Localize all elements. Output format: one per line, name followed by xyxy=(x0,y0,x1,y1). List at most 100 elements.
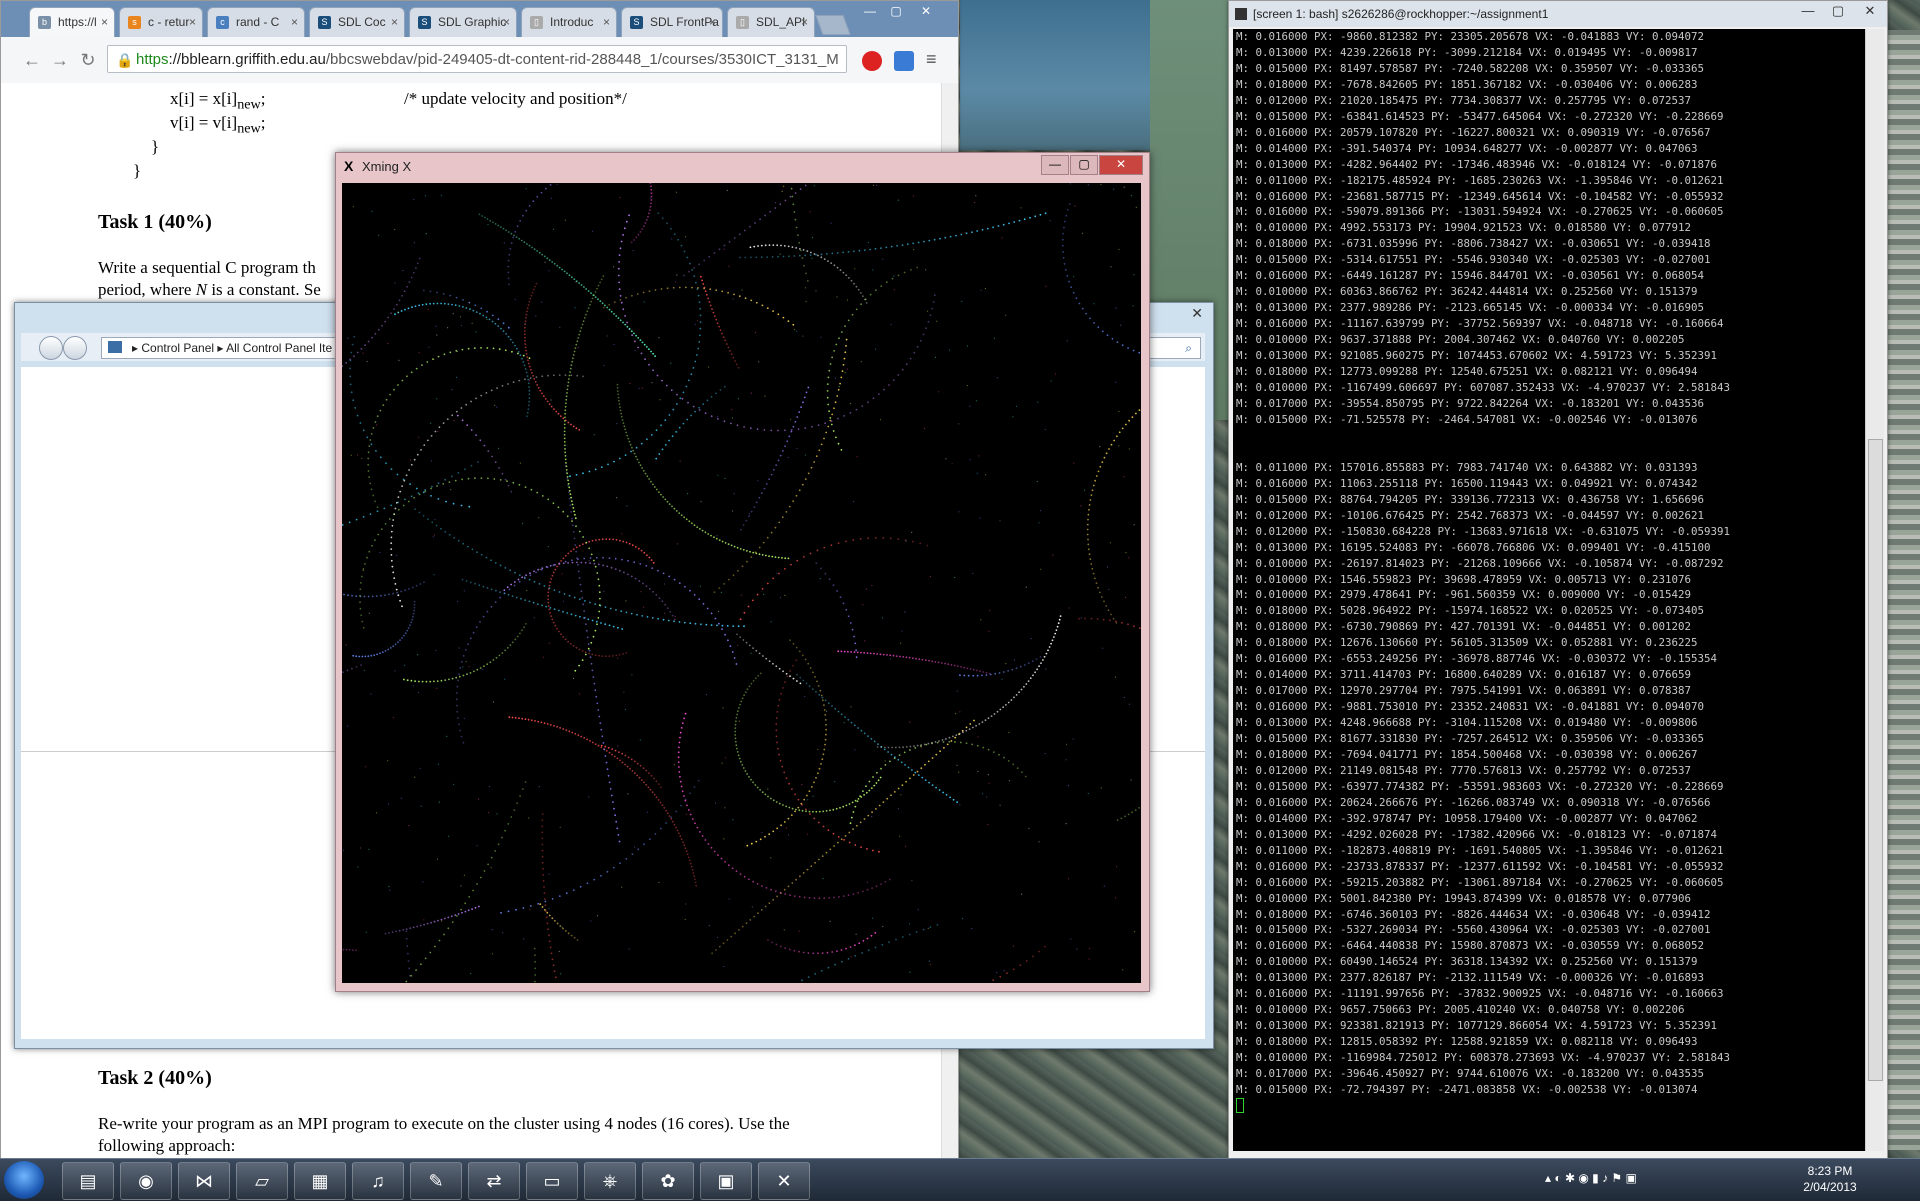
maximize-button[interactable]: ▢ xyxy=(883,3,909,21)
particle-dot xyxy=(822,699,824,702)
xming-icon[interactable]: ✕ xyxy=(758,1162,810,1200)
calculator-icon[interactable]: ▦ xyxy=(294,1162,346,1200)
close-button[interactable]: ✕ xyxy=(1099,155,1143,175)
back-icon[interactable] xyxy=(39,336,63,360)
particle-dot xyxy=(554,568,557,571)
menu-icon[interactable]: ≡ xyxy=(926,49,937,70)
close-icon[interactable]: × xyxy=(391,8,398,36)
terminal-scrollbar[interactable] xyxy=(1865,29,1884,1151)
particle-dot xyxy=(567,484,569,487)
particle-dot xyxy=(810,786,813,788)
forward-icon[interactable] xyxy=(63,336,87,360)
particle-dot xyxy=(549,612,551,614)
particle-dot xyxy=(961,729,964,732)
close-button[interactable]: ✕ xyxy=(1191,305,1203,322)
particle-dot xyxy=(739,636,742,639)
particle-dot xyxy=(579,885,582,888)
particle-dot xyxy=(459,667,462,669)
clock[interactable]: 8:23 PM 2/04/2013 xyxy=(1800,1163,1860,1195)
particle-dot xyxy=(1023,218,1026,221)
particle-dot xyxy=(394,670,396,672)
particle-dot xyxy=(457,913,460,915)
particle-dot xyxy=(871,811,873,814)
new-tab-button[interactable] xyxy=(815,15,851,35)
particle-dot xyxy=(545,910,547,913)
particle-dot xyxy=(944,236,947,239)
particle-dot xyxy=(1090,494,1093,496)
reload-icon[interactable]: ↻ xyxy=(77,49,99,71)
particle-dot xyxy=(575,546,578,549)
particle-dot xyxy=(461,911,463,914)
tab-sdl-frontpage[interactable]: S SDL FrontPa × xyxy=(621,7,723,37)
particle-dot xyxy=(1099,465,1102,468)
tab-sdl-coc[interactable]: S SDL Coc × xyxy=(309,7,405,37)
extension-icon[interactable] xyxy=(894,51,914,71)
adblock-icon[interactable] xyxy=(862,51,882,71)
acrobat-icon[interactable]: ✎ xyxy=(410,1162,462,1200)
start-button[interactable] xyxy=(4,1161,44,1199)
close-button[interactable]: ✕ xyxy=(913,3,939,21)
particle-dot xyxy=(548,608,551,611)
search-icon[interactable]: ⌕ xyxy=(1185,338,1192,358)
minimize-button[interactable]: — xyxy=(857,3,883,21)
particle-dot xyxy=(490,605,493,608)
particle-dot xyxy=(447,916,450,919)
breadcrumb-item[interactable]: All Control Panel Ite xyxy=(226,341,332,355)
tab-sdl-graphics[interactable]: S SDL Graphic × xyxy=(409,7,517,37)
teamviewer-icon[interactable]: ⇄ xyxy=(468,1162,520,1200)
close-icon[interactable]: × xyxy=(503,8,510,36)
network-icon[interactable]: ⎈ xyxy=(584,1162,636,1200)
maximize-button[interactable]: ▢ xyxy=(1070,155,1098,175)
terminal-output[interactable]: M: 0.016000 PX: -9860.812382 PY: 23305.2… xyxy=(1233,29,1865,1151)
system-tray[interactable]: ▴ ◐ ✱ ◉ ▮ ♪ ⚑ ▣ xyxy=(1545,1171,1637,1185)
tab-introduction[interactable]: ▯ Introduc × xyxy=(521,7,617,37)
particle-dot xyxy=(751,906,753,908)
nbody-simulation-canvas[interactable] xyxy=(342,183,1141,983)
particle-dot xyxy=(573,936,576,939)
folder-icon[interactable]: ▤ xyxy=(62,1162,114,1200)
address-bar[interactable]: 🔒 https://bblearn.griffith.edu.au/bbcswe… xyxy=(107,45,847,73)
scroll-thumb[interactable] xyxy=(1868,439,1883,1081)
tab-stackoverflow[interactable]: sc - retur × xyxy=(119,7,203,37)
back-icon[interactable]: ← xyxy=(21,49,43,71)
particle-dot xyxy=(355,595,358,597)
control-panel-icon[interactable]: ▣ xyxy=(700,1162,752,1200)
particle-dot xyxy=(684,712,687,715)
close-icon[interactable]: × xyxy=(801,8,808,36)
particle-dot xyxy=(668,503,671,505)
particle-dot xyxy=(494,601,497,603)
cmd-icon[interactable]: ▭ xyxy=(526,1162,578,1200)
particle-dot xyxy=(617,626,619,629)
close-icon[interactable]: × xyxy=(709,8,716,36)
tab-blackboard[interactable]: b https://l × xyxy=(29,7,115,37)
particle-dot xyxy=(866,652,869,654)
particle-dot xyxy=(735,744,738,747)
tab-sdl-api[interactable]: ▯ SDL_API × xyxy=(727,7,815,37)
close-icon[interactable]: × xyxy=(101,8,108,36)
particle-dot xyxy=(479,876,482,879)
particle-dot xyxy=(721,762,723,764)
close-icon[interactable]: × xyxy=(189,8,196,36)
paint-icon[interactable]: ✿ xyxy=(642,1162,694,1200)
chrome-icon[interactable]: ◉ xyxy=(120,1162,172,1200)
forward-icon[interactable]: → xyxy=(49,49,71,71)
breadcrumb-item[interactable]: Control Panel xyxy=(141,341,214,355)
particle-dot xyxy=(842,602,845,605)
minimize-button[interactable]: — xyxy=(1795,3,1821,21)
minimize-button[interactable]: — xyxy=(1041,155,1069,175)
tab-cplusplus[interactable]: c rand - C × xyxy=(207,7,305,37)
close-icon[interactable]: × xyxy=(291,8,298,36)
visual-studio-icon[interactable]: ⋈ xyxy=(178,1162,230,1200)
particle-dot xyxy=(389,889,391,891)
particle-dot xyxy=(714,617,717,620)
close-button[interactable]: ✕ xyxy=(1857,3,1883,21)
particle-dot xyxy=(564,448,566,450)
notepad-icon[interactable]: ▱ xyxy=(236,1162,288,1200)
maximize-button[interactable]: ▢ xyxy=(1825,3,1851,21)
particle-dot xyxy=(558,591,561,593)
particle-dot xyxy=(604,745,607,748)
particle-dot xyxy=(856,824,858,827)
particle-dot xyxy=(1008,731,1010,734)
itunes-icon[interactable]: ♫ xyxy=(352,1162,404,1200)
close-icon[interactable]: × xyxy=(603,8,610,36)
